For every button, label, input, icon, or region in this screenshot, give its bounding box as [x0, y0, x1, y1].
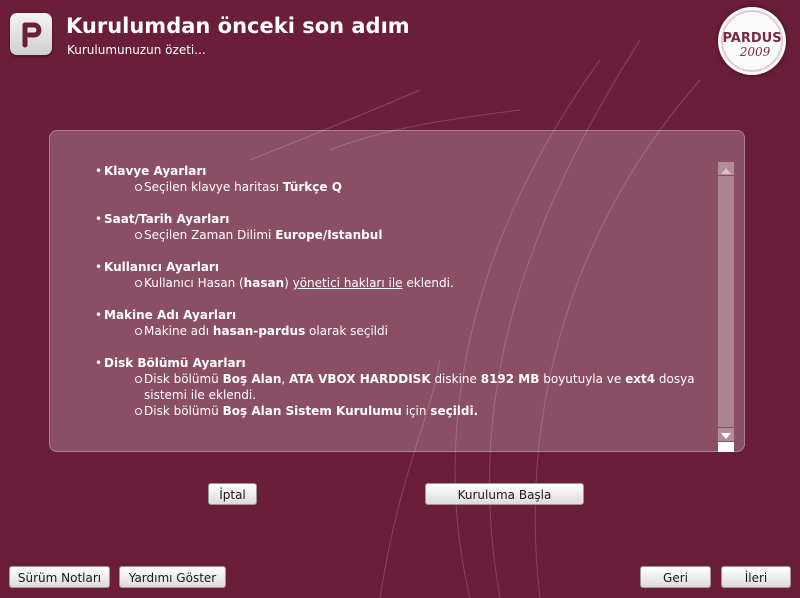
summary-value: hasan-pardus — [212, 324, 306, 338]
summary-text: diskine — [430, 372, 481, 386]
summary-item: Kullanıcı Hasan (hasan) yönetici hakları… — [135, 275, 710, 291]
section-heading: • Makine Adı Ayarları — [95, 307, 710, 323]
summary-value: hasan — [243, 276, 285, 290]
cancel-button[interactable]: İptal — [208, 483, 257, 505]
summary-section: • Klavye Ayarları Seçilen klavye haritası … — [95, 163, 710, 195]
circle-bullet-icon — [135, 408, 142, 415]
section-items: Makine adı hasan-pardus olarak seçildi — [95, 323, 710, 339]
section-heading-text: Saat/Tarih Ayarları — [104, 212, 230, 226]
svg-text:PARDUS: PARDUS — [722, 31, 781, 46]
summary-value: seçildi. — [430, 404, 479, 418]
bullet-icon: • — [95, 164, 103, 178]
summary-item: Disk bölümü Boş Alan, ATA VBOX HARDDISK … — [135, 371, 710, 403]
summary-list: • Klavye Ayarları Seçilen klavye haritası … — [95, 163, 710, 435]
scroll-down-button[interactable] — [718, 428, 734, 441]
back-button[interactable]: Geri — [640, 566, 711, 588]
summary-value: Boş Alan Sistem Kurulumu — [222, 404, 402, 418]
summary-value: Europe/Istanbul — [275, 228, 383, 242]
scroll-corner — [718, 442, 734, 452]
summary-text: Makine adı — [144, 324, 213, 338]
page-subtitle: Kurulumunuzun özeti... — [67, 43, 206, 57]
summary-value: Türkçe Q — [282, 180, 342, 194]
next-button[interactable]: İleri — [721, 566, 791, 588]
summary-text: boyutuyla ve — [539, 372, 626, 386]
summary-section: • Saat/Tarih Ayarları Seçilen Zaman Dilimi… — [95, 211, 710, 243]
summary-scrollbar[interactable] — [718, 162, 734, 452]
summary-item: Seçilen klavye haritası Türkçe Q — [135, 179, 710, 195]
section-items: Kullanıcı Hasan (hasan) yönetici hakları… — [95, 275, 710, 291]
scroll-thumb[interactable] — [718, 176, 734, 427]
section-heading: • Klavye Ayarları — [95, 163, 710, 179]
summary-text: ) — [284, 276, 293, 290]
bullet-icon: • — [95, 356, 103, 370]
summary-item: Disk bölümü Boş Alan Sistem Kurulumu içi… — [135, 403, 710, 419]
summary-value: ext4 — [625, 372, 656, 386]
summary-text: Seçilen klavye haritası — [144, 180, 283, 194]
show-help-button[interactable]: Yardımı Göster — [119, 566, 226, 588]
summary-section: • Kullanıcı Ayarları Kullanıcı Hasan (hasa… — [95, 259, 710, 291]
section-heading: • Saat/Tarih Ayarları — [95, 211, 710, 227]
section-heading: • Kullanıcı Ayarları — [95, 259, 710, 275]
summary-text: eklendi. — [402, 276, 454, 290]
summary-section: • Makine Adı Ayarları Makine adı hasan-par… — [95, 307, 710, 339]
section-heading: • Disk Bölümü Ayarları — [95, 355, 710, 371]
summary-link-text: yönetici hakları ile — [292, 276, 403, 290]
scroll-up-button[interactable] — [718, 162, 734, 175]
summary-text: olarak seçildi — [305, 324, 388, 338]
bullet-icon: • — [95, 212, 103, 226]
bullet-icon: • — [95, 308, 103, 322]
start-install-button[interactable]: Kuruluma Başla — [425, 483, 584, 505]
summary-text: Disk bölümü — [144, 404, 223, 418]
summary-section: • Disk Bölümü Ayarları Disk bölümü Boş Ala… — [95, 355, 710, 419]
section-items: Disk bölümü Boş Alan, ATA VBOX HARDDISK … — [95, 371, 710, 419]
summary-text: için — [401, 404, 431, 418]
circle-bullet-icon — [135, 328, 142, 335]
bullet-icon: • — [95, 260, 103, 274]
summary-item: Makine adı hasan-pardus olarak seçildi — [135, 323, 710, 339]
summary-value: Boş Alan — [222, 372, 282, 386]
section-heading-text: Disk Bölümü Ayarları — [104, 356, 246, 370]
circle-bullet-icon — [135, 232, 142, 239]
summary-value: 8192 MB — [480, 372, 540, 386]
section-heading-text: Klavye Ayarları — [104, 164, 207, 178]
release-notes-button[interactable]: Sürüm Notları — [9, 566, 110, 588]
circle-bullet-icon — [135, 280, 142, 287]
section-heading-text: Kullanıcı Ayarları — [104, 260, 219, 274]
section-items: Seçilen klavye haritası Türkçe Q — [95, 179, 710, 195]
summary-text: Kullanıcı Hasan ( — [144, 276, 244, 290]
summary-text: Disk bölümü — [144, 372, 223, 386]
svg-text:2009: 2009 — [739, 45, 771, 59]
summary-item: Seçilen Zaman Dilimi Europe/Istanbul — [135, 227, 710, 243]
pardus-brand-logo: PARDUS 2009 — [718, 7, 786, 75]
summary-text: , — [281, 372, 290, 386]
page-title: Kurulumdan önceki son adım — [66, 14, 410, 38]
section-items: Seçilen Zaman Dilimi Europe/Istanbul — [95, 227, 710, 243]
circle-bullet-icon — [135, 376, 142, 383]
section-heading-text: Makine Adı Ayarları — [104, 308, 237, 322]
pardus-logo-icon — [10, 13, 52, 55]
summary-value: ATA VBOX HARDDISK — [289, 372, 431, 386]
summary-text: Seçilen Zaman Dilimi — [144, 228, 276, 242]
circle-bullet-icon — [135, 184, 142, 191]
